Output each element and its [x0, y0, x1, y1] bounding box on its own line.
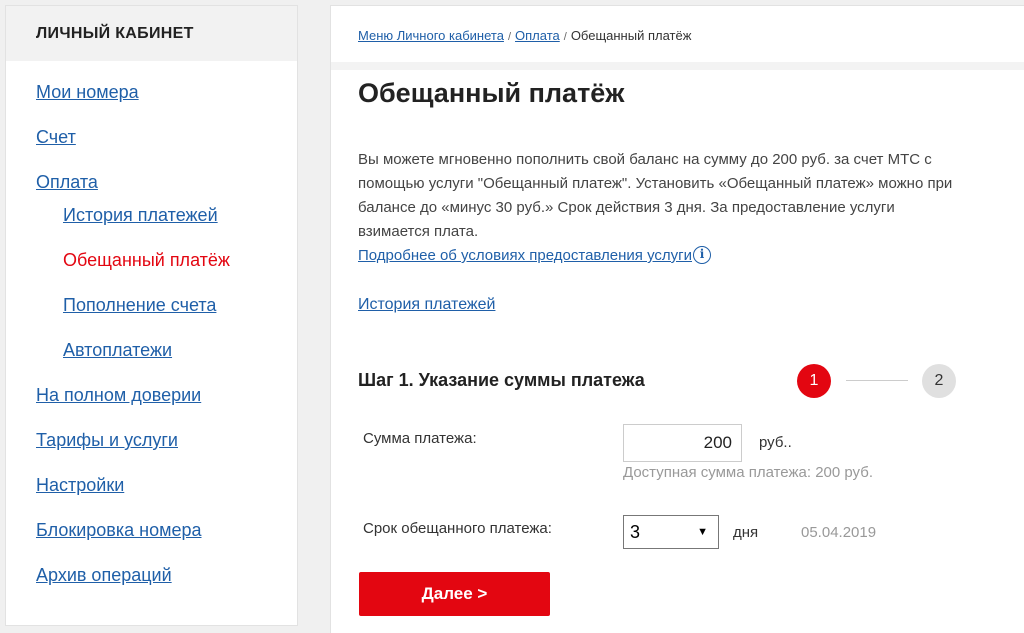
term-unit: дня — [733, 524, 759, 541]
sidebar-item-operations-archive[interactable]: Архив операций — [36, 565, 172, 585]
sidebar-item-top-up[interactable]: Пополнение счета — [63, 295, 216, 315]
payment-history-link[interactable]: История платежей — [358, 296, 495, 314]
breadcrumb-divider — [331, 62, 1024, 70]
term-label: Срок обещанного платежа: — [363, 520, 552, 537]
sidebar-item-my-numbers[interactable]: Мои номера — [36, 82, 139, 102]
step-indicator-current: 1 — [797, 364, 831, 398]
sidebar-item-tariffs[interactable]: Тарифы и услуги — [36, 430, 178, 450]
term-select[interactable]: 3 ▼ — [623, 515, 719, 549]
next-button[interactable]: Далее > — [359, 572, 550, 616]
sidebar-title: ЛИЧНЫЙ КАБИНЕТ — [6, 6, 297, 61]
amount-label: Сумма платежа: — [363, 430, 477, 447]
term-end-date: 05.04.2019 — [801, 524, 877, 541]
sidebar-item-autopayments[interactable]: Автоплатежи — [63, 340, 172, 360]
step-connector — [846, 380, 908, 381]
dropdown-arrow-icon: ▼ — [697, 526, 708, 538]
sidebar: ЛИЧНЫЙ КАБИНЕТ Мои номера Счет Оплата Ис… — [5, 5, 298, 626]
amount-hint: Доступная сумма платежа: 200 руб. — [623, 464, 873, 481]
page-title: Обещанный платёж — [358, 78, 625, 108]
breadcrumb-separator: / — [507, 31, 512, 43]
sidebar-item-block-number[interactable]: Блокировка номера — [36, 520, 201, 540]
conditions-link[interactable]: Подробнее об условиях предоставления усл… — [358, 247, 692, 264]
description-text: Вы можете мгновенно пополнить свой балан… — [358, 151, 953, 240]
sidebar-item-promised-payment[interactable]: Обещанный платёж — [63, 250, 230, 270]
sidebar-item-payment-history[interactable]: История платежей — [63, 205, 218, 225]
service-description: Вы можете мгновенно пополнить свой балан… — [358, 148, 958, 268]
breadcrumb: Меню Личного кабинета / Оплата / Обещанный п… — [358, 28, 691, 43]
breadcrumb-payment[interactable]: Оплата — [515, 28, 560, 43]
sidebar-item-settings[interactable]: Настройки — [36, 475, 124, 495]
breadcrumb-cabinet-menu[interactable]: Меню Личного кабинета — [358, 28, 504, 43]
main-panel: Меню Личного кабинета / Оплата / Обещанный п… — [330, 5, 1024, 633]
breadcrumb-separator: / — [563, 31, 567, 43]
term-select-value: 3 — [630, 521, 641, 542]
sidebar-item-full-trust[interactable]: На полном доверии — [36, 385, 201, 405]
step-title: Шаг 1. Указание суммы платежа — [358, 370, 645, 390]
amount-unit: руб.. — [759, 434, 792, 451]
sidebar-item-payment[interactable]: Оплата — [36, 172, 98, 192]
sidebar-item-account[interactable]: Счет — [36, 127, 76, 147]
step-indicator-next: 2 — [922, 364, 956, 398]
amount-input[interactable] — [623, 424, 742, 462]
info-icon[interactable]: i — [693, 246, 712, 264]
breadcrumb-current: Обещанный платёж — [570, 28, 692, 43]
